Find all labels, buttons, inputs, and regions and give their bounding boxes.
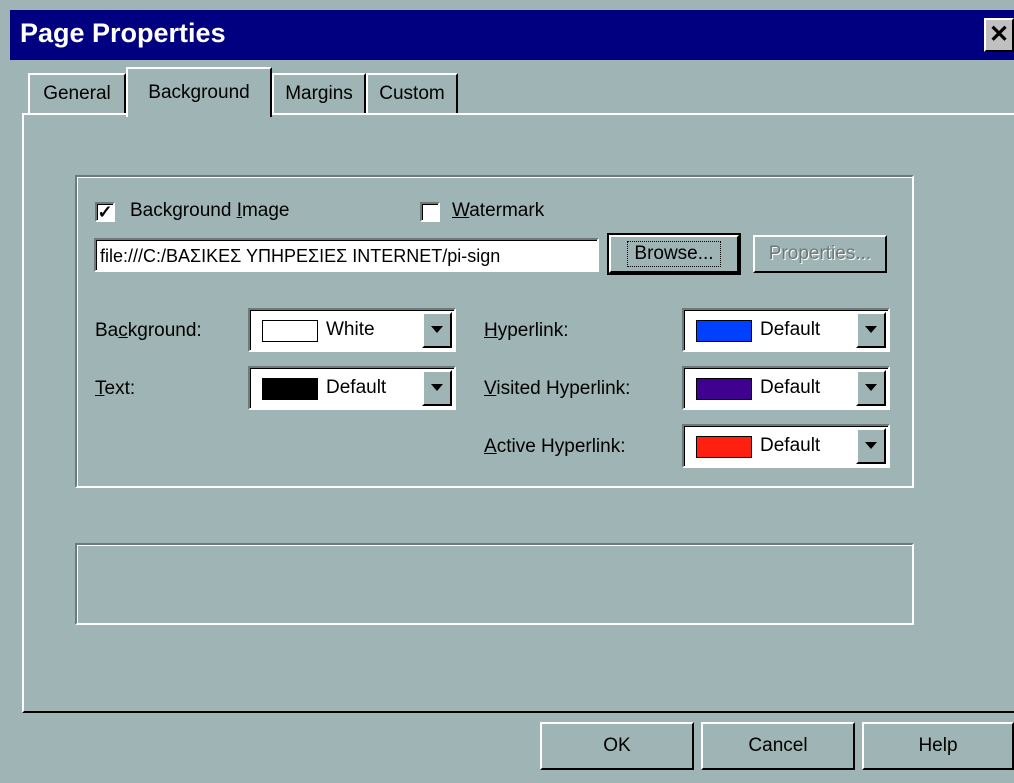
active-hyperlink-color-value: Default <box>760 435 821 456</box>
close-icon: ✕ <box>988 21 1010 48</box>
hyperlink-color-label: Hyperlink: <box>484 320 569 341</box>
background-color-dropdown[interactable]: White <box>248 308 456 352</box>
active-hyperlink-color-swatch <box>696 436 752 458</box>
active-hyperlink-color-label: Active Hyperlink: <box>484 436 626 457</box>
text-color-value: Default <box>326 377 387 398</box>
text-color-swatch <box>262 378 318 400</box>
ok-button[interactable]: OK <box>540 722 694 770</box>
tab-background[interactable]: Background <box>126 67 272 117</box>
active-hyperlink-color-dropdown-arrow[interactable] <box>856 428 886 464</box>
tab-general[interactable]: General <box>28 73 126 113</box>
cancel-button[interactable]: Cancel <box>701 722 855 770</box>
close-button[interactable]: ✕ <box>984 18 1014 52</box>
watermark-checkbox[interactable] <box>420 202 440 222</box>
hyperlink-color-swatch <box>696 320 752 342</box>
chevron-down-icon <box>865 384 877 391</box>
background-color-value: White <box>326 319 375 340</box>
chevron-down-icon <box>865 442 877 449</box>
chevron-down-icon <box>865 326 877 333</box>
visited-hyperlink-color-dropdown[interactable]: Default <box>682 366 890 410</box>
chevron-down-icon <box>431 384 443 391</box>
text-color-label: Text: <box>95 378 136 399</box>
active-hyperlink-color-dropdown[interactable]: Default <box>682 424 890 468</box>
chevron-down-icon <box>431 326 443 333</box>
background-image-path-input[interactable]: file:///C:/ΒΑΣΙΚΕΣ ΥΠΗΡΕΣΙΕΣ INTERNET/pi… <box>94 238 599 272</box>
watermark-label[interactable]: Watermark <box>452 200 544 222</box>
checkmark-icon: ✓ <box>97 202 113 222</box>
hyperlink-color-dropdown-arrow[interactable] <box>856 312 886 348</box>
properties-button[interactable]: Properties... <box>753 235 887 273</box>
text-color-dropdown[interactable]: Default <box>248 366 456 410</box>
hyperlink-color-value: Default <box>760 319 821 340</box>
background-color-swatch <box>262 320 318 342</box>
tab-margins[interactable]: Margins <box>272 73 366 113</box>
background-image-label[interactable]: Background Image <box>130 200 290 222</box>
empty-group-box <box>75 543 914 625</box>
visited-hyperlink-color-dropdown-arrow[interactable] <box>856 370 886 406</box>
visited-hyperlink-color-label: Visited Hyperlink: <box>484 378 631 399</box>
title-bar[interactable]: Page Properties ✕ <box>10 10 1014 60</box>
visited-hyperlink-color-value: Default <box>760 377 821 398</box>
browse-button-label: Browse... <box>627 241 721 267</box>
text-color-dropdown-arrow[interactable] <box>422 370 452 406</box>
help-button[interactable]: Help <box>862 722 1014 770</box>
background-color-dropdown-arrow[interactable] <box>422 312 452 348</box>
background-image-checkbox[interactable]: ✓ <box>95 202 115 222</box>
browse-button[interactable]: Browse... <box>607 233 741 275</box>
tab-custom[interactable]: Custom <box>366 73 458 113</box>
window-title: Page Properties <box>20 18 226 48</box>
background-color-label: Background: <box>95 320 202 341</box>
hyperlink-color-dropdown[interactable]: Default <box>682 308 890 352</box>
page-properties-dialog: Page Properties ✕ General Background Mar… <box>0 0 1014 783</box>
visited-hyperlink-color-swatch <box>696 378 752 400</box>
